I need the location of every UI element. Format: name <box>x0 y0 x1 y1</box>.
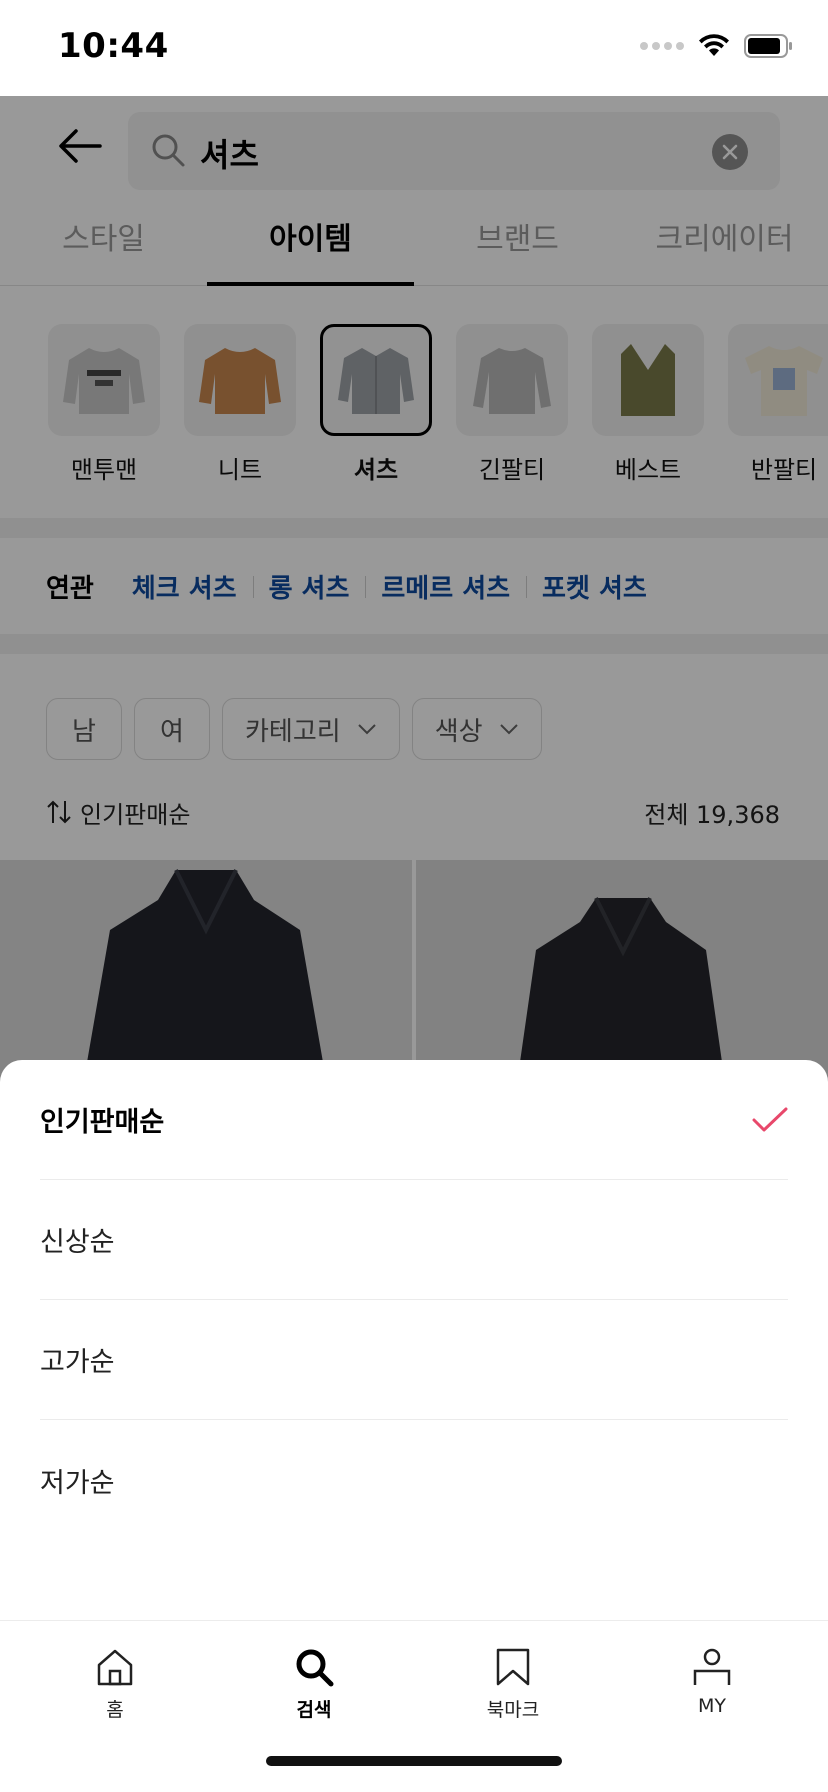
nav-my[interactable]: MY <box>652 1643 772 1717</box>
sort-option-label: 저가순 <box>40 1467 115 1499</box>
sort-option-label: 신상순 <box>40 1227 115 1258</box>
status-icons <box>640 34 794 58</box>
home-icon <box>97 1649 133 1686</box>
status-time: 10:44 <box>58 26 169 66</box>
search-icon <box>296 1649 334 1687</box>
wifi-icon <box>698 34 730 58</box>
nav-label: 북마크 <box>486 1699 540 1721</box>
sort-option-label: 인기판매순 <box>40 1107 165 1138</box>
battery-icon <box>744 34 794 58</box>
status-bar: 10:44 <box>0 0 828 96</box>
nav-label: 검색 <box>296 1699 332 1721</box>
home-indicator <box>266 1756 562 1766</box>
signal-icon <box>640 42 684 50</box>
nav-label: 홈 <box>106 1699 124 1721</box>
bookmark-icon <box>496 1648 530 1686</box>
person-icon <box>693 1648 731 1685</box>
bottom-nav: 홈 검색 북마크 MY <box>0 1620 828 1792</box>
sort-option-newest[interactable]: 신상순 <box>40 1180 788 1300</box>
sort-option-popular[interactable]: 인기판매순 <box>40 1060 788 1180</box>
nav-search[interactable]: 검색 <box>254 1643 374 1722</box>
nav-home[interactable]: 홈 <box>55 1643 175 1722</box>
checkmark-icon <box>752 1107 788 1131</box>
nav-bookmark[interactable]: 북마크 <box>453 1643 573 1722</box>
sort-option-label: 고가순 <box>40 1347 115 1378</box>
nav-label: MY <box>698 1695 726 1717</box>
sort-option-price-low[interactable]: 저가순 <box>40 1420 788 1540</box>
sort-bottom-sheet: 인기판매순 신상순 고가순 저가순 <box>0 1060 828 1620</box>
sort-option-price-high[interactable]: 고가순 <box>40 1300 788 1420</box>
